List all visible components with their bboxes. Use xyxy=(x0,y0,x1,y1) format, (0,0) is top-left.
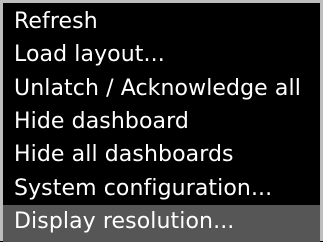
menu-item-hide-all-dashboards[interactable]: Hide all dashboards xyxy=(3,138,320,171)
menu-item-load-layout[interactable]: Load layout... xyxy=(3,38,320,71)
menu-item-refresh[interactable]: Refresh xyxy=(3,5,320,38)
menu-item-display-resolution[interactable]: Display resolution... xyxy=(3,205,320,242)
menu-item-hide-dashboard[interactable]: Hide dashboard xyxy=(3,105,320,138)
menu-item-system-configuration[interactable]: System configuration... xyxy=(3,172,320,205)
menu-item-unlatch-acknowledge-all[interactable]: Unlatch / Acknowledge all xyxy=(3,72,320,105)
context-menu: Refresh Load layout... Unlatch / Acknowl… xyxy=(0,0,323,242)
